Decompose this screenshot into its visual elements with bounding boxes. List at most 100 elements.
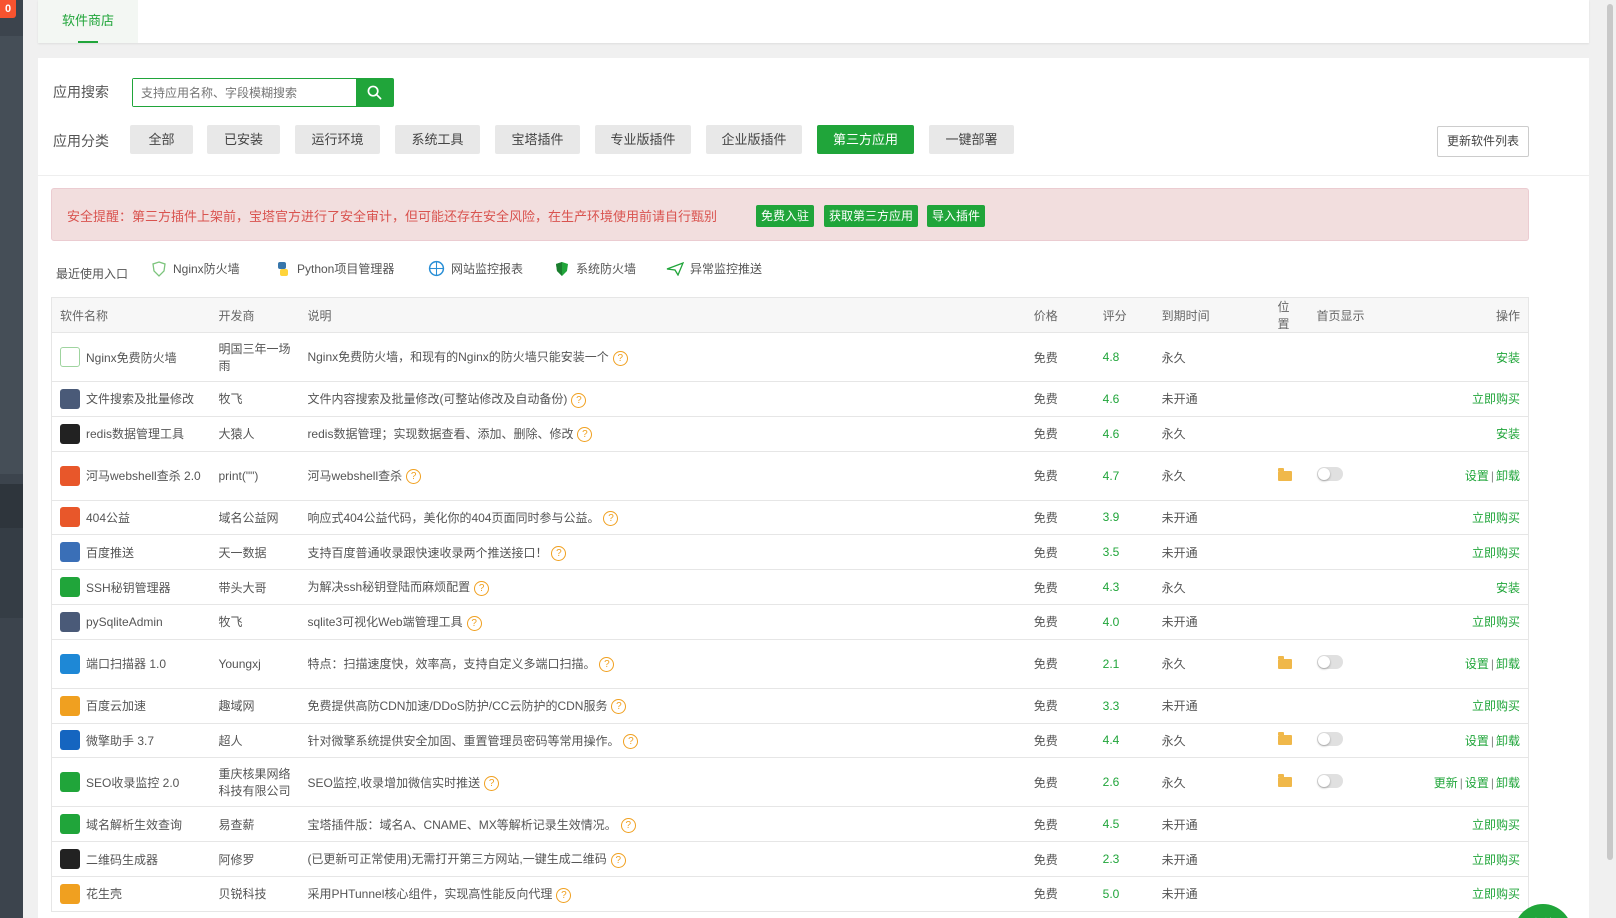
recent-item-label: Python项目管理器 <box>297 262 395 276</box>
scrollbar-thumb[interactable] <box>1607 4 1613 860</box>
app-developer: 牧飞 <box>210 381 300 417</box>
op-link[interactable]: 立即购买 <box>1472 699 1520 713</box>
app-description: 采用PHTunnel核心组件，实现高性能反向代理 <box>307 887 553 902</box>
page-scrollbar[interactable] <box>1600 0 1616 918</box>
category-enterprise-plugins[interactable]: 企业版插件 <box>706 125 802 154</box>
app-name-cell[interactable]: 域名解析生效查询 <box>60 814 202 835</box>
app-developer: 重庆核果网络科技有限公司 <box>210 757 300 808</box>
get-third-party-button[interactable]: 获取第三方应用 <box>824 205 918 227</box>
import-plugin-button[interactable]: 导入插件 <box>927 205 985 227</box>
col-header-ops: 操作 <box>1393 297 1529 333</box>
app-name-cell[interactable]: 文件搜索及批量修改 <box>60 388 202 409</box>
op-link[interactable]: 卸载 <box>1496 734 1520 748</box>
help-icon[interactable]: ? <box>406 469 422 485</box>
homepage-toggle[interactable] <box>1316 731 1343 746</box>
col-header-dev: 开发商 <box>210 297 300 333</box>
free-join-button[interactable]: 免费入驻 <box>756 205 814 227</box>
op-link[interactable]: 立即购买 <box>1472 546 1520 560</box>
op-link[interactable]: 设置 <box>1465 469 1489 483</box>
category-third-party[interactable]: 第三方应用 <box>817 125 914 154</box>
category-all[interactable]: 全部 <box>130 125 193 154</box>
homepage-toggle[interactable] <box>1316 655 1343 670</box>
op-link[interactable]: 安装 <box>1496 351 1520 365</box>
op-link[interactable]: 立即购买 <box>1472 818 1520 832</box>
city-image-icon <box>60 611 80 632</box>
app-homepage <box>1308 569 1394 605</box>
help-icon[interactable]: ? <box>620 817 636 833</box>
folder-icon[interactable] <box>1277 655 1292 669</box>
folder-icon[interactable] <box>1277 732 1292 746</box>
recent-python-manager[interactable]: Python项目管理器 <box>275 260 394 277</box>
help-icon[interactable]: ? <box>610 852 626 868</box>
op-link[interactable]: 卸载 <box>1496 657 1520 671</box>
help-icon[interactable]: ? <box>474 580 490 596</box>
help-icon[interactable]: ? <box>612 350 628 366</box>
refresh-software-list-button[interactable]: 更新软件列表 <box>1437 126 1529 157</box>
app-name-cell[interactable]: 端口扫描器 1.0 <box>60 653 202 674</box>
app-homepage <box>1308 841 1394 877</box>
op-link[interactable]: 立即购买 <box>1472 887 1520 901</box>
app-price: 免费 <box>1025 639 1095 689</box>
app-name-cell[interactable]: SSH秘钥管理器 <box>60 577 202 598</box>
category-one-click-deploy[interactable]: 一键部署 <box>929 125 1014 154</box>
help-icon[interactable]: ? <box>551 545 567 561</box>
op-link[interactable]: 立即购买 <box>1472 511 1520 525</box>
op-link[interactable]: 安装 <box>1496 581 1520 595</box>
folder-icon[interactable] <box>1277 774 1292 788</box>
category-runtime[interactable]: 运行环境 <box>295 125 380 154</box>
op-link[interactable]: 卸载 <box>1496 469 1520 483</box>
recent-system-firewall[interactable]: 系统防火墙 <box>554 260 636 277</box>
category-installed[interactable]: 已安装 <box>207 125 280 154</box>
app-score: 4.0 <box>1094 604 1154 640</box>
category-bt-plugins[interactable]: 宝塔插件 <box>495 125 580 154</box>
homepage-toggle[interactable] <box>1316 467 1343 482</box>
help-icon[interactable]: ? <box>556 887 572 903</box>
recent-site-monitor[interactable]: 网站监控报表 <box>428 260 523 277</box>
app-name-cell[interactable]: 百度推送 <box>60 542 202 563</box>
op-link[interactable]: 立即购买 <box>1472 615 1520 629</box>
help-icon[interactable]: ? <box>611 699 627 715</box>
homepage-toggle[interactable] <box>1316 773 1343 788</box>
op-link[interactable]: 更新 <box>1434 776 1458 790</box>
op-link[interactable]: 设置 <box>1465 657 1489 671</box>
help-icon[interactable]: ? <box>599 657 615 673</box>
app-ops: 立即购买 <box>1393 806 1529 843</box>
app-name-cell[interactable]: 二维码生成器 <box>60 849 202 870</box>
app-expire: 永久 <box>1153 332 1270 382</box>
app-name-cell[interactable]: 河马webshell查杀 2.0 <box>60 465 202 486</box>
op-link[interactable]: 立即购买 <box>1472 392 1520 406</box>
category-pro-plugins[interactable]: 专业版插件 <box>595 125 691 154</box>
app-name-cell[interactable]: pySqliteAdmin <box>60 611 202 632</box>
notification-badge[interactable]: 0 <box>0 0 16 18</box>
op-link[interactable]: 立即购买 <box>1472 853 1520 867</box>
tab-software-store[interactable]: 软件商店 <box>38 0 138 43</box>
help-icon[interactable]: ? <box>571 392 587 408</box>
help-icon[interactable]: ? <box>577 427 593 443</box>
app-developer: 带头大哥 <box>210 569 300 605</box>
table-row: 花生壳 贝锐科技 采用PHTunnel核心组件，实现高性能反向代理? 免费 5.0 未开通… <box>51 876 1529 912</box>
app-name-cell[interactable]: redis数据管理工具 <box>60 423 202 444</box>
search-input[interactable] <box>133 79 356 106</box>
app-name-cell[interactable]: 404公益 <box>60 507 202 528</box>
app-score: 5.0 <box>1094 876 1154 912</box>
recent-nginx-firewall[interactable]: Nginx防火墙 <box>151 260 240 277</box>
help-icon[interactable]: ? <box>466 615 482 631</box>
folder-icon[interactable] <box>1277 467 1292 481</box>
op-link[interactable]: 安装 <box>1496 427 1520 441</box>
op-link[interactable]: 设置 <box>1465 734 1489 748</box>
app-ops: 设置 | 卸载 <box>1393 451 1529 501</box>
category-system-tools[interactable]: 系统工具 <box>395 125 480 154</box>
help-icon[interactable]: ? <box>603 511 619 527</box>
app-name-cell[interactable]: Nginx免费防火墙 <box>60 347 202 367</box>
op-link[interactable]: 卸载 <box>1496 776 1520 790</box>
recent-alert-push[interactable]: 异常监控推送 <box>666 260 762 277</box>
app-name-cell[interactable]: 花生壳 <box>60 883 202 904</box>
app-name-cell[interactable]: 百度云加速 <box>60 695 202 716</box>
help-icon[interactable]: ? <box>484 776 500 792</box>
app-name-cell[interactable]: SEO收录监控 2.0 <box>60 772 202 793</box>
app-location <box>1269 500 1309 536</box>
help-icon[interactable]: ? <box>623 734 639 750</box>
search-button[interactable] <box>356 79 393 106</box>
op-link[interactable]: 设置 <box>1465 776 1489 790</box>
app-name-cell[interactable]: 微擎助手 3.7 <box>60 730 202 751</box>
